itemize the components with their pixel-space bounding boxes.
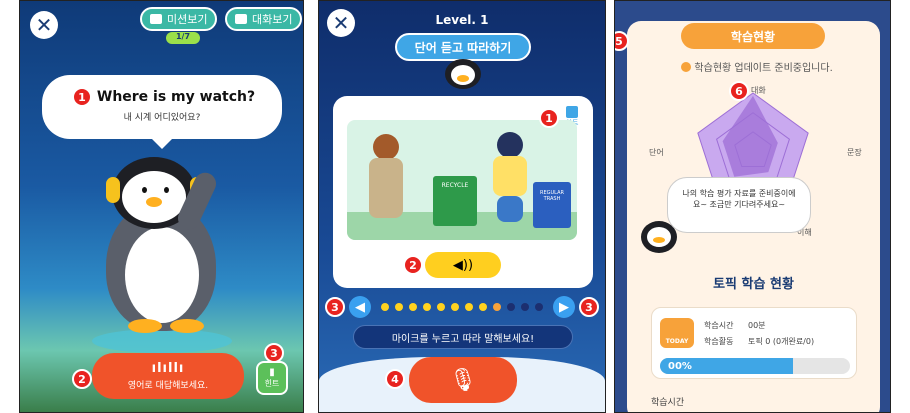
step-badge: 2 — [72, 369, 92, 389]
progress-dot — [521, 303, 529, 311]
answer-mic-label: 영어로 대답해보세요. — [127, 381, 209, 391]
instruction-text: 마이크를 누르고 따라 말해보세요! — [353, 325, 573, 349]
dialog-view-label: 대화보기 — [252, 13, 293, 26]
topic-progress-bar: 00% — [660, 358, 850, 374]
penguin-speech-bubble: 나의 학습 평가 자료를 준비중이에요~ 조금만 기다려주세요~ — [667, 177, 811, 233]
axis-label-word: 단어 — [649, 148, 664, 157]
hint-label: 힌트 — [264, 379, 280, 388]
study-activity-label: 학습활동 — [704, 337, 734, 346]
hint-button[interactable]: ▮ 힌트 — [256, 361, 288, 395]
lightbulb-icon: ▮ — [269, 367, 275, 378]
step-badge: 6 — [729, 81, 749, 101]
topic-status-title: 토픽 학습 현황 — [713, 277, 794, 292]
axis-label-sentence: 문장 — [847, 148, 862, 157]
record-mic-button[interactable]: 🎙 — [409, 357, 517, 403]
chat-icon — [235, 14, 247, 24]
close-icon: ✕ — [35, 13, 53, 37]
step-badge: 3 — [264, 343, 284, 363]
close-button[interactable]: ✕ — [327, 9, 355, 37]
arrow-right-icon: ▶ — [559, 299, 569, 315]
today-badge: TODAY — [660, 318, 694, 348]
previous-button[interactable]: ◀ — [349, 296, 371, 318]
study-activity-value: 토픽 0 (0개완료/0) — [748, 337, 815, 346]
speaker-icon: ◀)) — [452, 257, 474, 273]
speech-bubble: 1 Where is my watch? 내 시계 어디있어요? — [42, 75, 282, 149]
conversation-screen: ✕ 미션보기 1/7 대화보기 1 Where is my watch? 내 시… — [19, 0, 304, 413]
progress-dot — [465, 303, 473, 311]
play-audio-button[interactable]: ◀)) — [425, 252, 501, 278]
word-card: 1 힌트 RECYCLE REGULAR TRASH ◀)) 2 — [333, 96, 593, 288]
step-badge: 3 — [579, 297, 599, 317]
progress-dot — [535, 303, 543, 311]
mission-view-button[interactable]: 미션보기 — [140, 7, 218, 31]
close-button[interactable]: ✕ — [30, 11, 58, 39]
progress-fill: 00% — [660, 358, 793, 374]
study-time-value: 00분 — [748, 321, 766, 330]
progress-dot — [451, 303, 459, 311]
close-icon: ✕ — [332, 11, 350, 35]
step-badge: 1 — [539, 108, 559, 128]
next-button[interactable]: ▶ — [553, 296, 575, 318]
today-card: TODAY 학습시간 00분 학습활동 토픽 0 (0개완료/0) 00% — [651, 307, 857, 379]
lightbulb-icon — [566, 106, 578, 118]
arrow-left-icon: ◀ — [355, 299, 365, 315]
progress-dot — [507, 303, 515, 311]
microphone-icon: 🎙 — [449, 367, 477, 393]
bubble-korean-text: 내 시계 어디있어요? — [123, 113, 201, 123]
progress-dot — [493, 303, 501, 311]
mission-view-label: 미션보기 — [167, 13, 208, 26]
recycling-illustration: RECYCLE REGULAR TRASH — [347, 120, 577, 240]
activity-banner: 단어 듣고 따라하기 — [395, 33, 531, 61]
word-repeat-screen: ✕ Level. 1 단어 듣고 따라하기 1 힌트 RECYCLE REGUL… — [318, 0, 606, 413]
checklist-icon — [150, 14, 162, 24]
recycle-bin-label: RECYCLE — [433, 176, 477, 226]
step-badge: 1 — [72, 87, 92, 107]
learning-status-screen: 5 학습현황 학습현황 업데이트 준비중입니다. 6 대화 단어 문장 이해 나… — [614, 0, 891, 413]
step-badge: 4 — [385, 369, 405, 389]
dialog-view-button[interactable]: 대화보기 — [225, 7, 303, 31]
mission-count-badge: 1/7 — [166, 32, 200, 44]
trash-bin-label: REGULAR TRASH — [533, 182, 571, 228]
soundwave-icon: ılıllı — [151, 361, 185, 376]
progress-dot — [423, 303, 431, 311]
level-title: Level. 1 — [435, 13, 489, 27]
progress-dot — [437, 303, 445, 311]
bottom-section-label: 학습시간 — [651, 398, 685, 408]
progress-dot — [395, 303, 403, 311]
progress-dot — [479, 303, 487, 311]
study-time-label: 학습시간 — [704, 321, 734, 330]
progress-dot — [381, 303, 389, 311]
step-badge: 3 — [325, 297, 345, 317]
axis-label-conversation: 대화 — [751, 86, 766, 95]
progress-dot — [409, 303, 417, 311]
step-badge: 2 — [403, 255, 423, 275]
answer-mic-button[interactable]: ılıllı 영어로 대답해보세요. — [92, 353, 244, 399]
